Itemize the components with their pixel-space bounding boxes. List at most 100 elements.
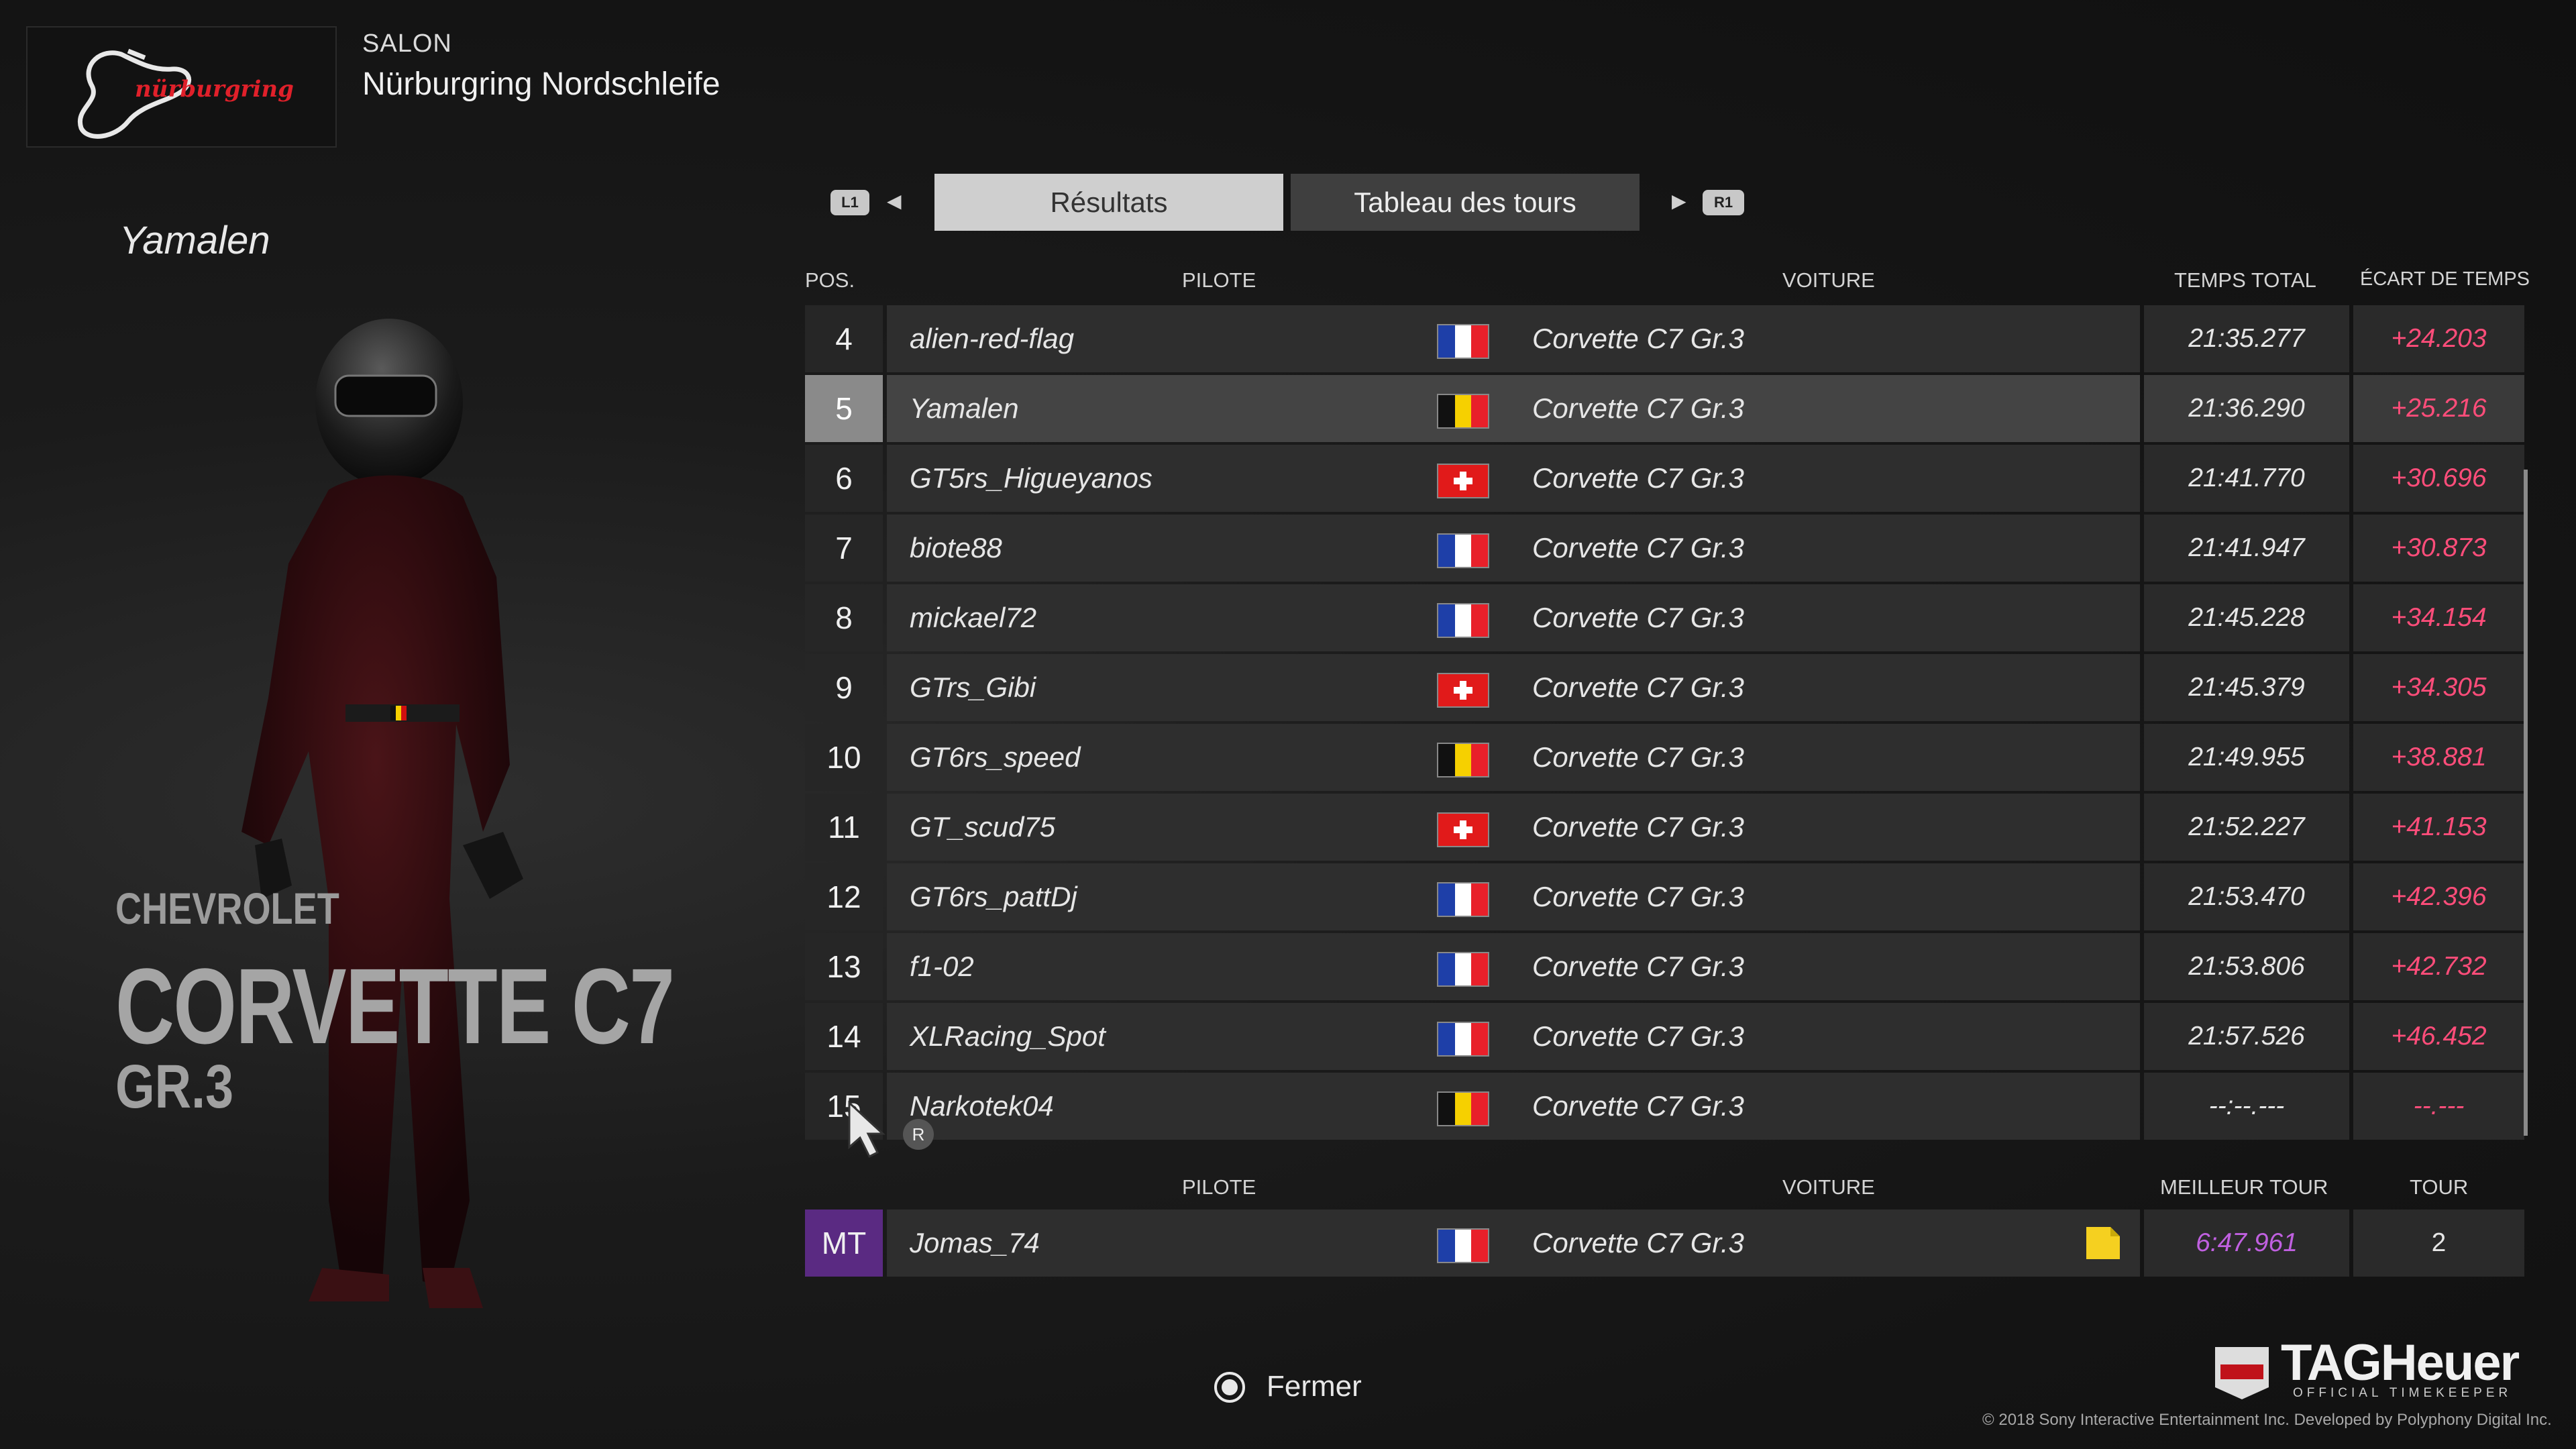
r-stick-badge: R <box>903 1119 934 1150</box>
tab-results[interactable]: Résultats <box>934 174 1283 231</box>
flag-icon <box>1437 882 1489 917</box>
event-category: SALON <box>362 30 452 58</box>
note-icon <box>2086 1227 2120 1259</box>
best-header-best-lap: MEILLEUR TOUR <box>2160 1175 2328 1199</box>
row-position: 12 <box>805 863 883 930</box>
driver-name: Yamalen <box>119 219 270 262</box>
table-row[interactable]: 14 XLRacing_Spot Corvette C7 Gr.3 21:57.526… <box>805 1003 2524 1071</box>
brand-subtitle: OFFICIAL TIMEKEEPER <box>2293 1386 2512 1400</box>
row-gap: +30.873 <box>2353 515 2524 582</box>
row-position: 7 <box>805 515 883 582</box>
mouse-cursor-icon <box>848 1100 885 1159</box>
row-car: Corvette C7 Gr.3 <box>1532 741 1744 773</box>
best-lap-number: 2 <box>2353 1210 2524 1277</box>
circle-button-icon[interactable] <box>1213 1371 1246 1404</box>
best-lap-badge: MT <box>805 1210 883 1277</box>
flag-icon <box>1437 673 1489 708</box>
row-position: 9 <box>805 654 883 721</box>
tab-lap-chart[interactable]: Tableau des tours <box>1291 174 1640 231</box>
car-class: GR.3 <box>115 1053 234 1121</box>
row-gap: +30.696 <box>2353 445 2524 512</box>
table-row[interactable]: 10 GT6rs_speed Corvette C7 Gr.3 21:49.955 +3… <box>805 724 2524 792</box>
tag-heuer-logo: TAGHeuer OFFICIAL TIMEKEEPER <box>2208 1334 2525 1402</box>
table-row[interactable]: 15 Narkotek04 Corvette C7 Gr.3 --:--.--- --.… <box>805 1073 2524 1141</box>
header-car: VOITURE <box>1782 268 1875 292</box>
flag-icon <box>1437 1022 1489 1057</box>
flag-icon <box>1437 1228 1489 1263</box>
row-total-time: --:--.--- <box>2144 1073 2349 1140</box>
close-button[interactable]: Fermer <box>1267 1370 1362 1403</box>
table-row[interactable]: 11 GT_scud75 Corvette C7 Gr.3 21:52.227 +41.… <box>805 794 2524 862</box>
row-position: 10 <box>805 724 883 791</box>
table-row[interactable]: 4 alien-red-flag Corvette C7 Gr.3 21:35.277… <box>805 305 2524 374</box>
header-gap: ÉCART DE TEMPS <box>2360 268 2530 290</box>
flag-icon <box>1437 324 1489 359</box>
row-total-time: 21:53.470 <box>2144 863 2349 930</box>
row-car: Corvette C7 Gr.3 <box>1532 672 1744 703</box>
table-row[interactable]: 8 mickael72 Corvette C7 Gr.3 21:45.228 +34.1… <box>805 584 2524 653</box>
row-gap: +42.396 <box>2353 863 2524 930</box>
row-car: Corvette C7 Gr.3 <box>1532 462 1744 494</box>
flag-icon <box>1437 394 1489 429</box>
track-logo: nürburgring <box>26 26 337 148</box>
row-position: 8 <box>805 584 883 651</box>
row-gap: +24.203 <box>2353 305 2524 372</box>
row-position: 5 <box>805 375 883 442</box>
row-total-time: 21:52.227 <box>2144 794 2349 861</box>
row-gap: --.--- <box>2353 1073 2524 1140</box>
scrollbar[interactable] <box>2524 470 2528 1136</box>
copyright: © 2018 Sony Interactive Entertainment In… <box>1982 1411 2552 1429</box>
r1-button-hint[interactable]: R1 <box>1703 190 1744 215</box>
row-car: Corvette C7 Gr.3 <box>1532 951 1744 982</box>
row-car: Corvette C7 Gr.3 <box>1532 1090 1744 1122</box>
row-total-time: 21:45.228 <box>2144 584 2349 651</box>
flag-icon <box>1437 1091 1489 1126</box>
row-position: 14 <box>805 1003 883 1070</box>
header-pos: POS. <box>805 268 855 292</box>
row-car: Corvette C7 Gr.3 <box>1532 602 1744 633</box>
flag-icon <box>1437 533 1489 568</box>
row-position: 11 <box>805 794 883 861</box>
header-total-time: TEMPS TOTAL <box>2174 268 2316 292</box>
row-position: 13 <box>805 933 883 1000</box>
row-car: Corvette C7 Gr.3 <box>1532 323 1744 354</box>
row-car: Corvette C7 Gr.3 <box>1532 532 1744 564</box>
best-lap-car: Corvette C7 Gr.3 <box>1532 1227 1744 1258</box>
row-total-time: 21:57.526 <box>2144 1003 2349 1070</box>
row-car: Corvette C7 Gr.3 <box>1532 881 1744 912</box>
header-pilot: PILOTE <box>1182 268 1256 292</box>
row-total-time: 21:36.290 <box>2144 375 2349 442</box>
best-lap-time: 6:47.961 <box>2144 1210 2349 1277</box>
logo-text: nürburgring <box>135 76 294 103</box>
table-row[interactable]: 13 f1-02 Corvette C7 Gr.3 21:53.806 +42.732 <box>805 933 2524 1002</box>
table-row[interactable]: 12 GT6rs_pattDj Corvette C7 Gr.3 21:53.470 +… <box>805 863 2524 932</box>
tab-left-arrow-icon[interactable]: ◀ <box>887 190 902 212</box>
row-total-time: 21:41.947 <box>2144 515 2349 582</box>
best-lap-row[interactable]: MT Jomas_74 Corvette C7 Gr.3 6:47.961 2 <box>805 1210 2524 1278</box>
row-gap: +46.452 <box>2353 1003 2524 1070</box>
table-row[interactable]: 7 biote88 Corvette C7 Gr.3 21:41.947 +30.873 <box>805 515 2524 583</box>
row-total-time: 21:49.955 <box>2144 724 2349 791</box>
brand-name: TAGHeuer <box>2281 1334 2520 1391</box>
row-gap: +42.732 <box>2353 933 2524 1000</box>
l1-button-hint[interactable]: L1 <box>830 190 869 215</box>
row-total-time: 21:53.806 <box>2144 933 2349 1000</box>
row-car: Corvette C7 Gr.3 <box>1532 392 1744 424</box>
row-position: 4 <box>805 305 883 372</box>
table-row[interactable]: 5 Yamalen Corvette C7 Gr.3 21:36.290 +25.216 <box>805 375 2524 443</box>
car-model: CORVETTE C7 <box>115 946 675 1066</box>
flag-icon <box>1437 812 1489 847</box>
row-gap: +25.216 <box>2353 375 2524 442</box>
best-header-lap: TOUR <box>2410 1175 2469 1199</box>
best-header-car: VOITURE <box>1782 1175 1875 1199</box>
tag-heuer-logo-icon <box>2215 1347 2269 1399</box>
row-gap: +41.153 <box>2353 794 2524 861</box>
car-make: CHEVROLET <box>115 883 339 933</box>
table-row[interactable]: 6 GT5rs_Higueyanos Corvette C7 Gr.3 21:41.7… <box>805 445 2524 513</box>
row-position: 6 <box>805 445 883 512</box>
tab-right-arrow-icon[interactable]: ▶ <box>1672 190 1686 212</box>
row-gap: +34.305 <box>2353 654 2524 721</box>
table-row[interactable]: 9 GTrs_Gibi Corvette C7 Gr.3 21:45.379 +34.3… <box>805 654 2524 722</box>
row-total-time: 21:35.277 <box>2144 305 2349 372</box>
row-car: Corvette C7 Gr.3 <box>1532 811 1744 843</box>
